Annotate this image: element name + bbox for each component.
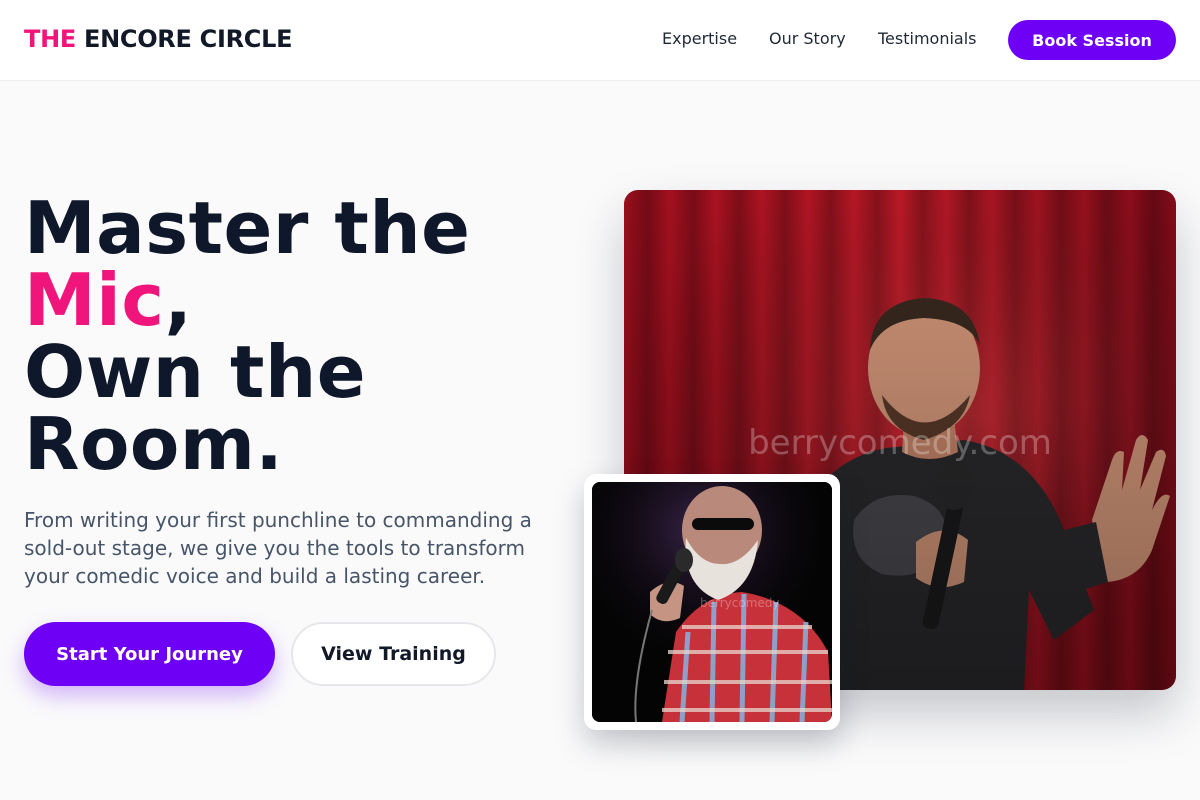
- nav-link-expertise[interactable]: Expertise: [662, 29, 737, 49]
- book-session-button[interactable]: Book Session: [1008, 20, 1176, 60]
- headline-line-3: Own the: [24, 330, 367, 414]
- headline-line-1: Master the: [24, 186, 471, 270]
- headline-line-2: Mic,: [24, 264, 470, 336]
- view-training-button[interactable]: View Training: [291, 622, 496, 686]
- top-nav: THE ENCORE CIRCLE Expertise Our Story Te…: [0, 0, 1200, 81]
- brand-logo-name: ENCORE CIRCLE: [84, 25, 293, 53]
- brand-logo-prefix: THE: [24, 25, 76, 53]
- headline-line-4: Room.: [24, 402, 284, 486]
- comedian-closeup-photo-frame: berrycomedy: [584, 474, 840, 730]
- comedian-closeup-photo: berrycomedy: [592, 482, 832, 722]
- hero-headline: Master the Mic, Own the Room.: [24, 192, 470, 480]
- start-journey-button[interactable]: Start Your Journey: [24, 622, 275, 686]
- small-photo-watermark: berrycomedy: [700, 596, 780, 610]
- main-photo-watermark: berrycomedy.com: [748, 423, 1052, 463]
- comedian-closeup-illustration: berrycomedy: [592, 482, 832, 722]
- hero-subtext: From writing your first punchline to com…: [24, 508, 532, 588]
- nav-link-testimonials[interactable]: Testimonials: [878, 29, 977, 49]
- nav-link-our-story[interactable]: Our Story: [769, 29, 846, 49]
- brand-logo[interactable]: THE ENCORE CIRCLE: [24, 25, 292, 53]
